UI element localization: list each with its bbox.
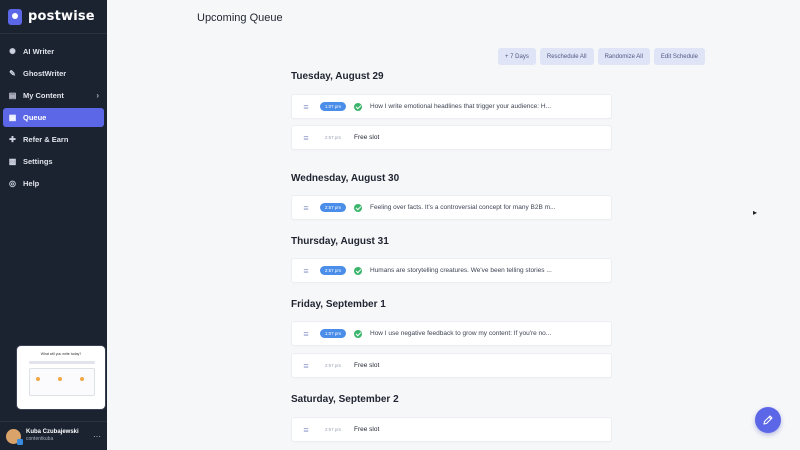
time-pill[interactable]: 2:57 pm <box>320 133 346 142</box>
day-heading: Wednesday, August 30 <box>291 173 400 184</box>
drag-handle-icon[interactable]: ≡ <box>302 425 310 435</box>
gift-icon: ✚ <box>9 135 16 144</box>
brand-name: postwise <box>28 9 95 24</box>
time-pill[interactable]: 1:07 pm <box>320 102 346 111</box>
day-heading: Thursday, August 31 <box>291 236 389 247</box>
drag-handle-icon[interactable]: ≡ <box>302 329 310 339</box>
sidebar-item-ghostwriter[interactable]: ✎ GhostWriter <box>3 64 104 83</box>
preview-line <box>29 361 95 364</box>
check-circle-icon <box>354 102 362 111</box>
sidebar-item-refer-earn[interactable]: ✚ Refer & Earn <box>3 130 104 149</box>
user-name: Kuba Czubajewski <box>26 429 79 435</box>
preview-dot <box>36 377 40 381</box>
page-title: Upcoming Queue <box>197 12 283 24</box>
sidebar-item-settings[interactable]: ▩ Settings <box>3 152 104 171</box>
sidebar-item-label: Settings <box>23 157 53 166</box>
time-pill[interactable]: 2:57 pm <box>320 266 346 275</box>
check-circle-icon <box>354 329 362 338</box>
queue-slot-free[interactable]: ≡ 2:57 pm Free slot <box>291 125 612 150</box>
queue-slot-free[interactable]: ≡ 2:57 pm Free slot <box>291 417 612 442</box>
post-preview[interactable]: How I write emotional headlines that tri… <box>370 103 551 110</box>
post-preview[interactable]: How I use negative feedback to grow my c… <box>370 330 551 337</box>
sidebar-item-queue[interactable]: ▦ Queue <box>3 108 104 127</box>
avatar <box>6 428 23 445</box>
drag-handle-icon[interactable]: ≡ <box>302 361 310 371</box>
compose-button[interactable] <box>755 407 781 433</box>
queue-slot[interactable]: ≡ 1:07 pm How I use negative feedback to… <box>291 321 612 346</box>
time-pill[interactable]: 2:57 pm <box>320 425 346 434</box>
sidebar-item-label: Help <box>23 179 40 188</box>
sidebar-item-label: AI Writer <box>23 47 55 56</box>
user-info: Kuba Czubajewski contentkuba <box>26 429 79 443</box>
free-slot-label: Free slot <box>354 362 380 369</box>
free-slot-label: Free slot <box>354 134 380 141</box>
mouse-cursor-icon: ▸ <box>753 208 758 217</box>
day-heading: Friday, September 1 <box>291 299 386 310</box>
time-pill[interactable]: 2:57 pm <box>320 361 346 370</box>
help-icon: ◎ <box>9 179 16 188</box>
queue-actions: + 7 Days Reschedule All Randomize All Ed… <box>498 48 705 65</box>
user-profile[interactable]: Kuba Czubajewski contentkuba ⋯ <box>0 421 107 450</box>
check-circle-icon <box>354 203 362 212</box>
sidebar-item-ai-writer[interactable]: ✺ AI Writer <box>3 42 104 61</box>
post-preview[interactable]: Feeling over facts. It's a controversial… <box>370 204 556 211</box>
sidebar-item-my-content[interactable]: ▤ My Content › <box>3 86 104 105</box>
sidebar-item-label: Refer & Earn <box>23 135 69 144</box>
chevron-right-icon: › <box>96 91 99 100</box>
preview-title: What will you write today? <box>40 352 82 356</box>
queue-slot[interactable]: ≡ 1:07 pm How I write emotional headline… <box>291 94 612 119</box>
sidebar-item-help[interactable]: ◎ Help <box>3 174 104 193</box>
calendar-icon: ▦ <box>8 113 17 122</box>
drag-handle-icon[interactable]: ≡ <box>302 133 310 143</box>
preview-dot <box>80 377 84 381</box>
sidebar-item-label: My Content <box>23 91 64 100</box>
day-heading: Saturday, September 2 <box>291 394 399 405</box>
queue-slot[interactable]: ≡ 2:57 pm Humans are storytelling creatu… <box>291 258 612 283</box>
time-pill[interactable]: 2:57 pm <box>320 203 346 212</box>
drag-handle-icon[interactable]: ≡ <box>302 266 310 276</box>
free-slot-label: Free slot <box>354 426 380 433</box>
user-handle: contentkuba <box>26 436 54 442</box>
edit-schedule-button[interactable]: Edit Schedule <box>653 48 705 65</box>
day-heading: Tuesday, August 29 <box>291 71 384 82</box>
queue-slot[interactable]: ≡ 2:57 pm Feeling over facts. It's a con… <box>291 195 612 220</box>
pencil-icon <box>763 415 773 425</box>
sidebar-item-label: Queue <box>23 113 47 122</box>
queue-slot-free[interactable]: ≡ 2:57 pm Free slot <box>291 353 612 378</box>
sidebar-item-label: GhostWriter <box>23 69 67 78</box>
preview-dot <box>58 377 62 381</box>
promo-preview-card[interactable]: What will you write today? <box>17 346 105 409</box>
randomize-all-button[interactable]: Randomize All <box>597 48 650 65</box>
reschedule-all-button[interactable]: Reschedule All <box>539 48 594 65</box>
time-pill[interactable]: 1:07 pm <box>320 329 346 338</box>
preview-box <box>29 368 95 396</box>
more-options-icon[interactable]: ⋯ <box>93 432 101 441</box>
check-circle-icon <box>354 266 362 275</box>
drag-handle-icon[interactable]: ≡ <box>302 102 310 112</box>
folder-icon: ▤ <box>8 91 17 100</box>
sidebar: postwise ✺ AI Writer ✎ GhostWriter ▤ My … <box>0 0 107 450</box>
add-7-days-button[interactable]: + 7 Days <box>498 48 536 65</box>
grid-icon: ▩ <box>8 157 17 166</box>
postwise-logo-icon <box>8 8 22 25</box>
brand[interactable]: postwise <box>0 0 107 34</box>
drag-handle-icon[interactable]: ≡ <box>302 203 310 213</box>
ghost-icon: ✎ <box>9 69 16 78</box>
post-preview[interactable]: Humans are storytelling creatures. We've… <box>370 267 552 274</box>
bulb-icon: ✺ <box>9 47 16 56</box>
sidebar-nav: ✺ AI Writer ✎ GhostWriter ▤ My Content ›… <box>0 34 107 193</box>
